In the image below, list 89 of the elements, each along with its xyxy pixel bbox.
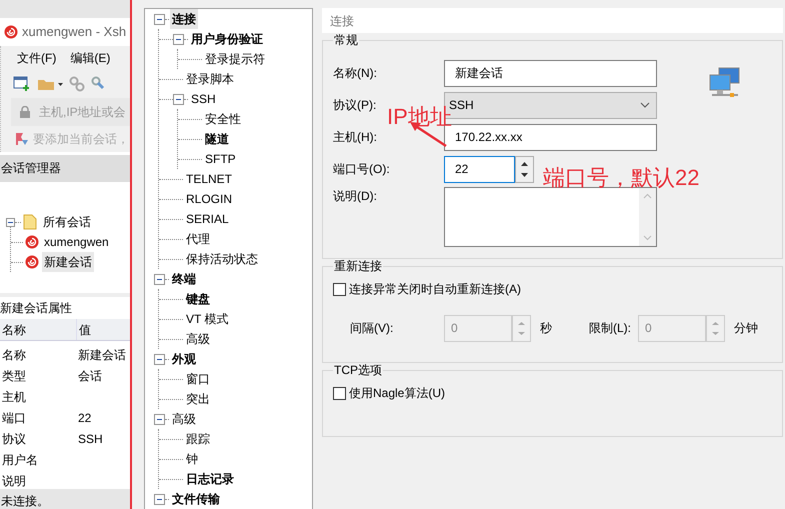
tree-item[interactable]: 钟: [184, 449, 200, 469]
window-title: xumengwen - Xsh: [22, 23, 126, 42]
tree-item[interactable]: 代理: [184, 229, 212, 249]
tree-item[interactable]: TELNET: [184, 169, 234, 189]
collapse-icon[interactable]: [173, 94, 184, 104]
tree-item[interactable]: SSH: [189, 89, 218, 109]
tree-item[interactable]: 用户身份验证: [189, 29, 265, 49]
tree-item[interactable]: xumengwen: [42, 232, 111, 252]
property-name: 协议: [1, 430, 27, 448]
property-value: 新建会话: [77, 346, 127, 364]
chevron-down-icon: [640, 102, 650, 108]
group-title: TCP选项: [333, 363, 383, 377]
property-name: 说明: [1, 472, 27, 490]
tree-item[interactable]: VT 模式: [184, 309, 230, 329]
checkbox[interactable]: [333, 386, 346, 400]
property-name: 类型: [1, 368, 27, 384]
checkbox-label[interactable]: 连接异常关闭时自动重新连接(A): [349, 280, 521, 298]
field-label: 限制(L):: [589, 320, 632, 337]
port-field[interactable]: 22: [444, 156, 515, 182]
tree-item[interactable]: 日志记录: [184, 469, 236, 489]
tree-item[interactable]: 窗口: [184, 369, 212, 389]
collapse-icon[interactable]: [173, 34, 184, 44]
field-label: 主机(H):: [333, 130, 377, 144]
field-label: 间隔(V):: [350, 320, 394, 337]
tree-item[interactable]: 高级: [184, 329, 212, 349]
tree-item[interactable]: 登录提示符: [203, 49, 267, 69]
tree-item[interactable]: 高级: [170, 409, 198, 429]
property-name: 用户名: [1, 452, 39, 468]
property-value: 会话: [77, 368, 103, 384]
bookmark-hint: 要添加当前会话，: [33, 131, 129, 148]
new-session-icon[interactable]: [13, 76, 31, 92]
tree-item[interactable]: 键盘: [184, 289, 212, 309]
tree-item[interactable]: 保持活动状态: [184, 249, 260, 269]
checkbox[interactable]: [333, 282, 346, 296]
tree-item[interactable]: 突出: [184, 389, 212, 409]
collapse-icon[interactable]: [154, 14, 165, 24]
group-title: 重新连接: [333, 259, 383, 273]
folder-icon: [23, 214, 37, 230]
collapse-icon[interactable]: [6, 218, 15, 226]
column-header[interactable]: 名称: [0, 319, 76, 340]
collapse-icon[interactable]: [154, 274, 165, 284]
property-name: 主机: [1, 388, 27, 406]
menu-item[interactable]: 文件(F): [17, 49, 56, 67]
unit-label: 秒: [540, 320, 553, 337]
tree-item[interactable]: 终端: [170, 269, 198, 289]
menu-item[interactable]: 编辑(E): [70, 49, 110, 67]
collapse-icon[interactable]: [154, 354, 165, 364]
property-name: 端口: [1, 410, 27, 426]
unit-label: 分钟: [734, 320, 758, 337]
bookmark-icon: [15, 132, 29, 146]
annotation-text: 端口号，默认22: [543, 167, 700, 189]
spin-arrows-icon: [512, 314, 531, 342]
tree-item[interactable]: 安全性: [203, 109, 243, 129]
collapse-icon[interactable]: [154, 414, 165, 424]
spin-arrows-icon: [515, 156, 534, 182]
tree-item[interactable]: 所有会话: [43, 213, 91, 231]
field-label: 说明(D):: [333, 189, 377, 203]
property-value: SSH: [77, 430, 104, 448]
tree-item[interactable]: 文件传输: [170, 489, 222, 509]
collapse-icon[interactable]: [154, 494, 165, 504]
status-bar: 未连接。: [0, 489, 130, 509]
session-icon: [25, 235, 39, 249]
text-field[interactable]: 新建会话: [444, 60, 657, 86]
app-logo-icon: [4, 25, 18, 39]
panel-title: 新建会话属性: [0, 300, 73, 317]
session-icon: [25, 255, 39, 269]
description-field[interactable]: [444, 187, 657, 247]
group-title: 常规: [333, 33, 359, 47]
tree-item[interactable]: 登录脚本: [184, 69, 236, 89]
tree-item[interactable]: RLOGIN: [184, 189, 234, 209]
tree-item[interactable]: 连接: [170, 9, 198, 29]
tree-item[interactable]: SFTP: [203, 149, 238, 169]
tree-item[interactable]: SERIAL: [184, 209, 231, 229]
tree-item[interactable]: 跟踪: [184, 429, 212, 449]
lock-icon: [19, 106, 31, 118]
field-label: 端口号(O):: [333, 162, 390, 176]
spin-arrows-icon: [706, 314, 725, 342]
field-label: 名称(N):: [333, 66, 377, 80]
tree-item[interactable]: 外观: [170, 349, 198, 369]
tree-item[interactable]: 隧道: [203, 129, 231, 149]
checkbox-label[interactable]: 使用Nagle算法(U): [349, 384, 446, 402]
field-label: 协议(P):: [333, 98, 376, 112]
page-title: 连接: [322, 8, 783, 33]
folder-icon[interactable]: [37, 77, 63, 91]
tree-item[interactable]: 新建会话: [42, 252, 94, 272]
column-header[interactable]: 值: [76, 319, 91, 340]
property-value: 22: [77, 410, 92, 426]
property-name: 名称: [1, 346, 27, 364]
panel-header: 会话管理器: [0, 155, 130, 181]
